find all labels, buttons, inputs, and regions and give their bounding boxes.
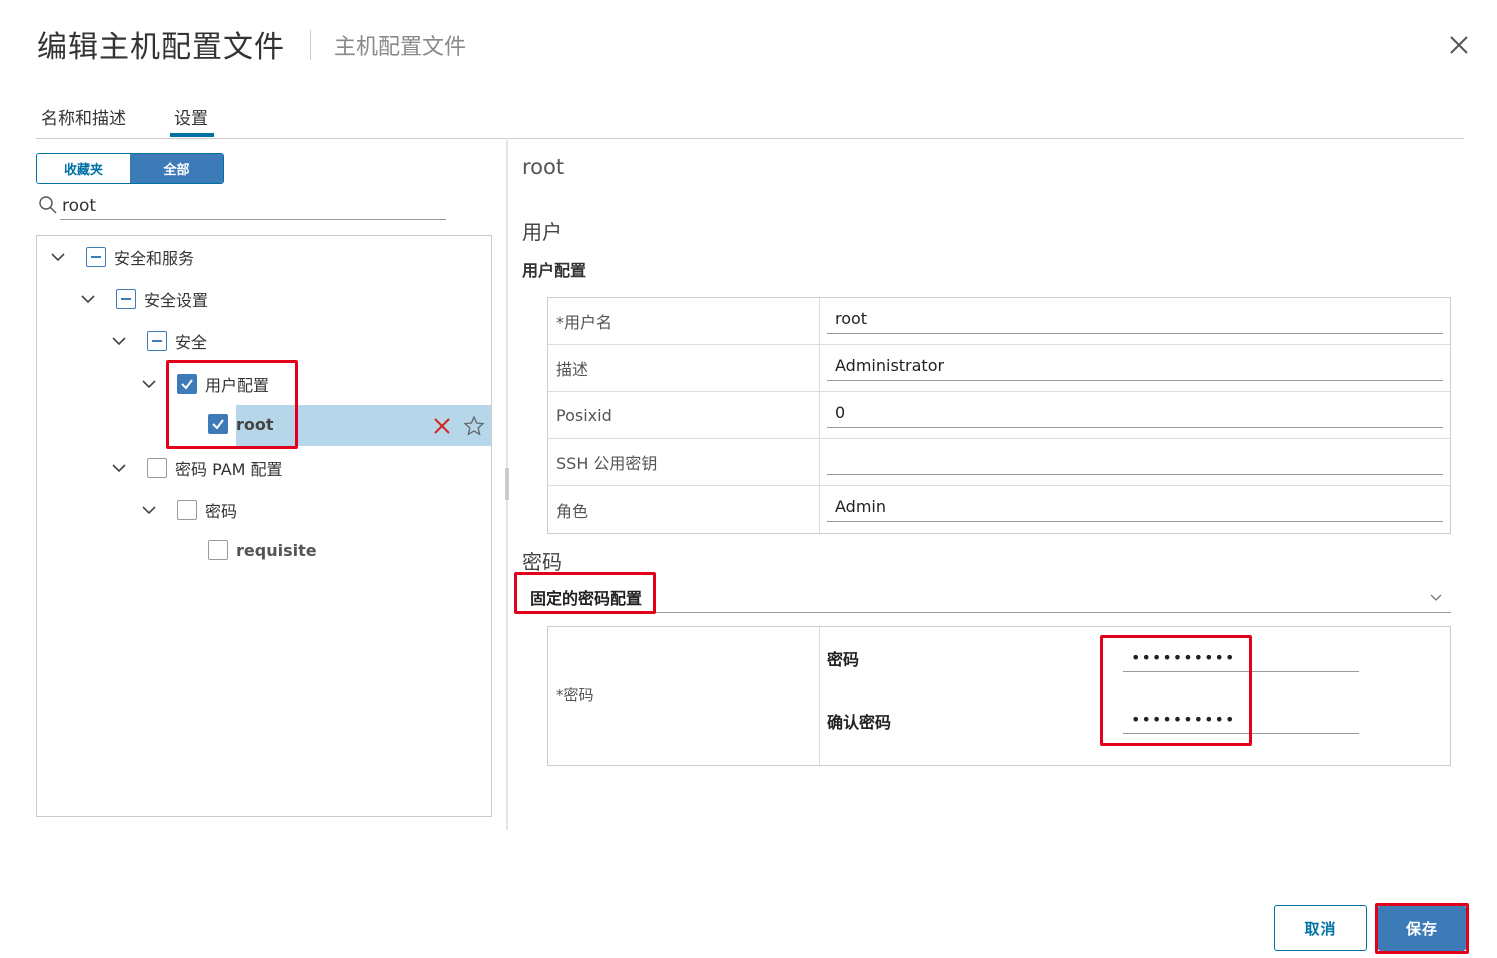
- cancel-button[interactable]: 取消: [1274, 905, 1367, 951]
- posixid-input[interactable]: [827, 398, 1443, 428]
- tree-node-label: requisite: [236, 540, 317, 560]
- search-input[interactable]: [60, 192, 446, 220]
- field-label: SSH 公用密钥: [548, 439, 820, 485]
- chevron-down-icon[interactable]: [50, 249, 66, 265]
- tree-node-security-settings[interactable]: 安全设置: [80, 287, 208, 311]
- password-field-label: *密码: [556, 686, 594, 704]
- role-input[interactable]: [827, 492, 1443, 522]
- description-input[interactable]: [827, 351, 1443, 381]
- detail-title: root: [522, 155, 565, 179]
- star-icon[interactable]: [463, 415, 485, 437]
- ssh-key-input[interactable]: [827, 445, 1443, 475]
- field-label: Posixid: [548, 392, 820, 438]
- favorites-toggle-button[interactable]: 收藏夹: [37, 154, 130, 183]
- field-row-ssh-key: SSH 公用密钥: [548, 439, 1450, 486]
- highlight-box: [1375, 903, 1469, 954]
- tree-node-label: 密码: [205, 502, 238, 521]
- field-row-description: 描述: [548, 345, 1450, 392]
- tree-node-label: 密码 PAM 配置: [175, 460, 283, 479]
- close-icon[interactable]: [1446, 32, 1472, 58]
- table-divider: [819, 627, 820, 765]
- tabs-divider: [36, 138, 1464, 139]
- highlight-box: [514, 572, 656, 614]
- unchecked-checkbox[interactable]: [208, 540, 228, 560]
- chevron-down-icon[interactable]: [141, 376, 157, 392]
- highlight-box: [1100, 635, 1252, 746]
- unchecked-checkbox[interactable]: [177, 500, 197, 520]
- search-icon: [38, 195, 58, 215]
- chevron-down-icon[interactable]: [141, 502, 157, 518]
- field-label: 角色: [548, 486, 820, 533]
- title-divider: [310, 30, 311, 60]
- chevron-down-icon[interactable]: [111, 460, 127, 476]
- field-row-username: *用户名: [548, 298, 1450, 345]
- tree-node-security[interactable]: 安全: [111, 329, 207, 353]
- settings-tree: [36, 235, 492, 817]
- user-fields-table: *用户名 描述 Posixid SSH 公用密钥 角色: [547, 297, 1451, 534]
- field-label: *用户名: [548, 298, 820, 344]
- field-row-role: 角色: [548, 486, 1450, 533]
- filter-toggle: 收藏夹 全部: [36, 153, 224, 184]
- tree-node-label: 安全设置: [144, 291, 209, 310]
- partial-checkbox[interactable]: [86, 247, 106, 267]
- remove-icon[interactable]: [432, 416, 452, 436]
- tree-node-password[interactable]: 密码: [141, 498, 237, 522]
- field-row-posixid: Posixid: [548, 392, 1450, 439]
- password-section-heading: 密码: [522, 550, 562, 574]
- tab-settings[interactable]: 设置: [174, 104, 208, 129]
- dialog-title: 编辑主机配置文件: [37, 30, 285, 65]
- chevron-down-icon[interactable]: [1428, 589, 1444, 605]
- field-label: 描述: [548, 345, 820, 391]
- password-policy-select[interactable]: [522, 580, 1451, 613]
- unchecked-checkbox[interactable]: [147, 458, 167, 478]
- partial-checkbox[interactable]: [147, 331, 167, 351]
- tree-node-label: 安全: [175, 333, 208, 352]
- user-section-heading: 用户: [522, 220, 562, 244]
- partial-checkbox[interactable]: [116, 289, 136, 309]
- tree-node-password-pam-configuration[interactable]: 密码 PAM 配置: [111, 456, 283, 480]
- user-subsection-heading: 用户配置: [522, 261, 587, 280]
- tree-node-label: 安全和服务: [114, 249, 195, 268]
- username-input[interactable]: [827, 304, 1443, 334]
- all-toggle-button[interactable]: 全部: [130, 154, 223, 183]
- active-tab-indicator: [170, 133, 214, 137]
- chevron-down-icon[interactable]: [80, 291, 96, 307]
- password-label: 密码: [827, 650, 860, 669]
- splitter-handle[interactable]: [505, 468, 509, 500]
- highlight-box: [166, 360, 298, 449]
- chevron-down-icon[interactable]: [111, 333, 127, 349]
- confirm-password-label: 确认密码: [827, 713, 892, 732]
- tree-node-requisite[interactable]: requisite: [208, 540, 317, 560]
- tab-name-and-description[interactable]: 名称和描述: [41, 104, 126, 129]
- tree-node-security-and-services[interactable]: 安全和服务: [50, 245, 194, 269]
- dialog-subtitle: 主机配置文件: [334, 35, 467, 60]
